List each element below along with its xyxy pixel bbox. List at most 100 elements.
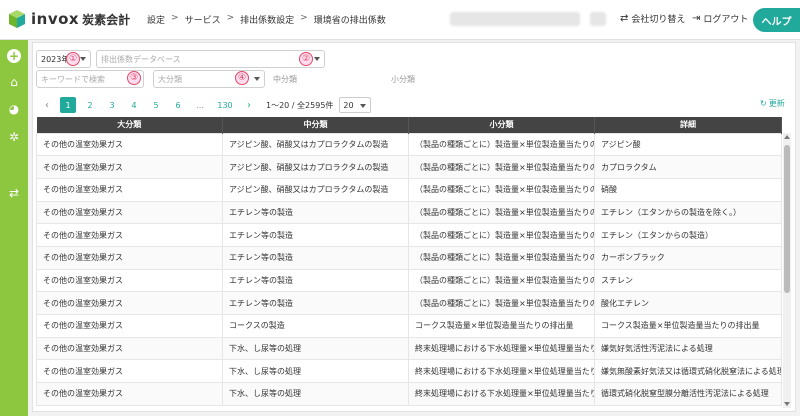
table-cell: その他の温室効果ガス xyxy=(36,314,223,338)
table-row[interactable]: その他の温室効果ガス エチレン等の製造 （製品の種類ごとに）製造量×単位製造量当たり… xyxy=(36,223,782,247)
pagination: ‹ 1 2 3 4 5 6 ... 130 › 1〜20 / 全2595件 20 xyxy=(40,97,372,113)
table-cell: その他の温室効果ガス xyxy=(36,200,223,225)
table-cell: （製品の種類ごとに）製造量×単位製造量当たりの排 xyxy=(408,291,595,315)
page-button[interactable]: 2 xyxy=(82,97,98,113)
column-header[interactable]: 大分類 xyxy=(36,117,223,133)
table-cell: （製品の種類ごとに）製造量×単位製造量当たりの排 xyxy=(408,200,595,225)
table-cell: アジピン酸、硝酸又はカプロラクタムの製造 xyxy=(222,155,409,179)
add-icon[interactable]: + xyxy=(7,49,21,63)
gear-icon[interactable]: ✲ xyxy=(7,130,21,144)
emission-factor-table: 大分類 中分類 小分類 詳細 その他の温室効果ガス アジピン酸、硝酸又はカプロラク… xyxy=(36,117,782,406)
breadcrumb-item[interactable]: 排出係数設定 xyxy=(240,13,294,26)
blurred-company-name xyxy=(450,12,580,26)
top-bar: invox 炭素会計 設定 > サービス > 排出係数設定 > 環境省の排出係数… xyxy=(0,0,800,40)
table-cell: エチレン等の製造 xyxy=(222,245,409,270)
table-cell: （製品の種類ごとに）製造量×単位製造量当たりの排 xyxy=(408,223,595,247)
column-header[interactable]: 中分類 xyxy=(222,117,409,133)
scroll-up-icon[interactable] xyxy=(784,135,790,139)
table-cell: 終末処理場における下水処理量×単位処理量当たりの xyxy=(408,336,595,361)
table-cell: （製品の種類ごとに）製造量×単位製造量当たりの排 xyxy=(408,155,595,179)
table-cell: エチレン等の製造 xyxy=(222,223,409,247)
table-row[interactable]: その他の温室効果ガス エチレン等の製造 （製品の種類ごとに）製造量×単位製造量当たり… xyxy=(36,268,782,293)
breadcrumb-item[interactable]: 設定 xyxy=(147,13,165,26)
marker-1: ① xyxy=(66,52,80,66)
scrollbar-thumb[interactable] xyxy=(784,145,790,293)
logout-icon: ⇥ xyxy=(692,13,701,24)
logo-cube-icon xyxy=(9,10,25,28)
major-category-placeholder: 大分類 xyxy=(158,74,182,84)
marker-2: ② xyxy=(299,52,313,66)
chevron-down-icon xyxy=(360,104,367,108)
table-header-row: 大分類 中分類 小分類 詳細 xyxy=(36,117,782,133)
column-header[interactable]: 詳細 xyxy=(594,117,782,133)
chevron-down-icon xyxy=(314,57,320,61)
table-cell: エチレン等の製造 xyxy=(222,291,409,315)
table-row[interactable]: その他の温室効果ガス アジピン酸、硝酸又はカプロラクタムの製造 （製品の種類ごとに）… xyxy=(36,155,782,179)
minor-category-label: 小分類 xyxy=(391,75,415,84)
switch-company-button[interactable]: ⇄ 会社切り替え xyxy=(620,12,685,25)
switch-icon[interactable]: ⇄ xyxy=(7,186,21,200)
table-row[interactable]: その他の温室効果ガス 下水、し尿等の処理 終末処理場における下水処理量×単位処理量当… xyxy=(36,336,782,361)
table-row[interactable]: その他の温室効果ガス コークスの製造 コークス製造量×単位製造量当たりの排出量 コーク… xyxy=(36,314,782,338)
help-button[interactable]: ヘルプ xyxy=(753,8,800,32)
switch-icon: ⇄ xyxy=(620,13,629,24)
table-cell: カプロラクタム xyxy=(594,155,782,179)
table-scrollbar[interactable] xyxy=(783,133,791,408)
table-cell: その他の温室効果ガス xyxy=(36,336,223,361)
logout-button[interactable]: ⇥ ログアウト xyxy=(692,12,748,25)
logout-label: ログアウト xyxy=(703,15,749,25)
table-row[interactable]: その他の温室効果ガス エチレン等の製造 （製品の種類ごとに）製造量×単位製造量当たり… xyxy=(36,245,782,270)
table-cell: その他の温室効果ガス xyxy=(36,132,223,157)
table-cell: 嫌気好気活性汚泥法による処理 xyxy=(594,336,782,361)
table-cell: その他の温室効果ガス xyxy=(36,177,223,202)
table-cell: エチレン（エタンからの製造） xyxy=(594,223,782,247)
table-cell: スチレン xyxy=(594,268,782,293)
page-button[interactable]: 6 xyxy=(170,97,186,113)
page-button[interactable]: 1 xyxy=(60,97,76,113)
table-row[interactable]: その他の温室効果ガス アジピン酸、硝酸又はカプロラクタムの製造 （製品の種類ごとに）… xyxy=(36,177,782,202)
year-select[interactable]: 2023年 xyxy=(36,50,91,68)
page-button[interactable]: 130 xyxy=(214,97,236,113)
table-row[interactable]: その他の温室効果ガス 下水、し尿等の処理 終末処理場における下水処理量×単位処理量当… xyxy=(36,359,782,384)
per-page-select[interactable]: 20 xyxy=(339,97,372,113)
refresh-button[interactable]: ↻ 更新 xyxy=(760,98,785,109)
database-select[interactable]: 排出係数データベース xyxy=(96,50,325,68)
page-button[interactable]: 5 xyxy=(148,97,164,113)
logo-subtext: 炭素会計 xyxy=(82,12,131,27)
refresh-icon: ↻ xyxy=(760,99,767,108)
app-logo[interactable]: invox 炭素会計 xyxy=(8,9,130,29)
table-cell: エチレン等の製造 xyxy=(222,268,409,293)
column-header[interactable]: 小分類 xyxy=(408,117,595,133)
table-cell: 終末処理場における下水処理量×単位処理量当たりの xyxy=(408,359,595,384)
home-icon[interactable]: ⌂ xyxy=(7,75,21,89)
breadcrumb-separator: > xyxy=(300,13,308,23)
next-page-icon[interactable]: › xyxy=(242,100,256,111)
table-cell: アジピン酸、硝酸又はカプロラクタムの製造 xyxy=(222,132,409,157)
marker-3: ③ xyxy=(127,71,141,85)
chevron-down-icon xyxy=(80,57,86,61)
refresh-label: 更新 xyxy=(768,99,785,108)
page-button[interactable]: 3 xyxy=(104,97,120,113)
page-ellipsis: ... xyxy=(196,100,204,110)
table-row[interactable]: その他の温室効果ガス エチレン等の製造 （製品の種類ごとに）製造量×単位製造量当たり… xyxy=(36,291,782,315)
table-row[interactable]: その他の温室効果ガス 下水、し尿等の処理 終末処理場における下水処理量×単位処理量当… xyxy=(36,382,782,406)
table-cell: コークス製造量×単位製造量当たりの排出量 xyxy=(408,314,595,338)
table-cell: 硝酸 xyxy=(594,177,782,202)
per-page-value: 20 xyxy=(343,100,354,110)
chart-icon[interactable]: ◕ xyxy=(7,102,21,116)
breadcrumb-item[interactable]: サービス xyxy=(185,13,221,26)
switch-company-label: 会社切り替え xyxy=(631,15,686,25)
table-cell: その他の温室効果ガス xyxy=(36,245,223,270)
table-cell: 下水、し尿等の処理 xyxy=(222,359,409,384)
breadcrumb-separator: > xyxy=(226,13,235,23)
blurred-user-avatar xyxy=(590,12,606,26)
table-cell: 下水、し尿等の処理 xyxy=(222,336,409,361)
database-placeholder: 排出係数データベース xyxy=(101,54,181,64)
prev-page-icon[interactable]: ‹ xyxy=(40,100,54,111)
page-button[interactable]: 4 xyxy=(126,97,142,113)
table-row[interactable]: その他の温室効果ガス アジピン酸、硝酸又はカプロラクタムの製造 （製品の種類ごとに）… xyxy=(36,132,782,157)
table-cell: 下水、し尿等の処理 xyxy=(222,382,409,406)
scroll-down-icon[interactable] xyxy=(784,402,790,406)
table-row[interactable]: その他の温室効果ガス エチレン等の製造 （製品の種類ごとに）製造量×単位製造量当たり… xyxy=(36,200,782,225)
table-cell: （製品の種類ごとに）製造量×単位製造量当たりの排 xyxy=(408,268,595,293)
